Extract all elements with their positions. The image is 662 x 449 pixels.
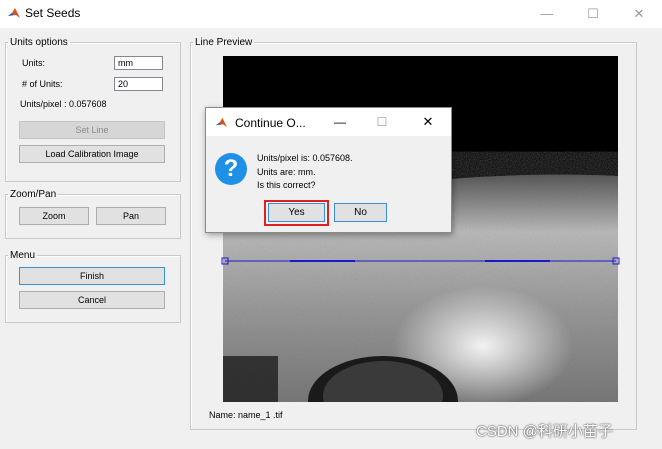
seed-line[interactable] xyxy=(220,256,622,266)
no-button[interactable]: No xyxy=(334,203,387,222)
load-calibration-button[interactable]: Load Calibration Image xyxy=(19,145,165,163)
window-title: Set Seeds xyxy=(25,6,81,20)
units-input[interactable]: mm xyxy=(114,56,163,70)
close-button[interactable]: ✕ xyxy=(624,4,654,24)
dialog-units-text: Units are: mm. xyxy=(257,167,316,177)
units-per-pixel-text: Units/pixel : 0.057608 xyxy=(20,99,107,109)
finish-button[interactable]: Finish xyxy=(19,267,165,285)
dialog-units-per-pixel-text: Units/pixel is: 0.057608. xyxy=(257,153,353,163)
dialog-minimize-button[interactable]: — xyxy=(327,113,353,133)
watermark-text: CSDN @科研小苗子 xyxy=(476,423,613,440)
question-icon: ? xyxy=(215,153,247,185)
num-units-input[interactable]: 20 xyxy=(114,77,163,91)
dialog-close-button[interactable]: ✕ xyxy=(415,113,441,133)
num-units-label: # of Units: xyxy=(22,79,63,89)
set-line-button[interactable]: Set Line xyxy=(19,121,165,139)
yes-button[interactable]: Yes xyxy=(268,203,325,222)
cancel-button[interactable]: Cancel xyxy=(19,291,165,309)
file-name-label: Name: name_1 .tif xyxy=(209,410,283,420)
units-options-title: Units options xyxy=(10,37,68,48)
menu-panel: Menu xyxy=(5,250,181,323)
menu-title: Menu xyxy=(10,250,36,261)
dialog-question-text: Is this correct? xyxy=(257,180,316,190)
minimize-button[interactable]: — xyxy=(532,4,562,24)
line-preview-title: Line Preview xyxy=(195,37,253,48)
zoom-button[interactable]: Zoom xyxy=(19,207,89,225)
pan-button[interactable]: Pan xyxy=(96,207,166,225)
units-label: Units: xyxy=(22,58,46,68)
matlab-app-icon xyxy=(7,6,21,20)
maximize-button[interactable]: ☐ xyxy=(578,4,608,24)
zoom-pan-title: Zoom/Pan xyxy=(10,189,57,200)
dialog-app-icon xyxy=(215,117,228,128)
dialog-title: Continue O... xyxy=(235,116,306,130)
dialog-maximize-button[interactable]: ☐ xyxy=(369,113,395,133)
confirm-dialog: Continue O... — ☐ ✕ ? Units/pixel is: 0.… xyxy=(205,107,452,233)
window-titlebar xyxy=(0,0,662,28)
